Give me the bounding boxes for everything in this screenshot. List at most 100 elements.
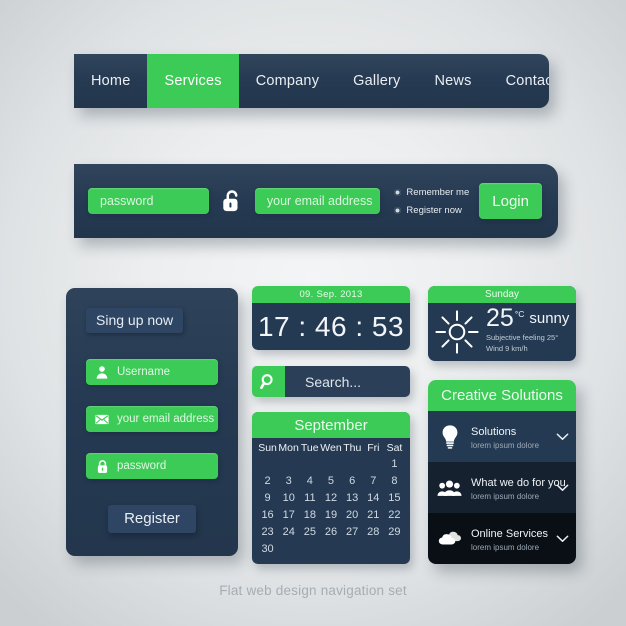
signup-card: Sing up now Username your email address (66, 288, 238, 556)
calendar-day-cell[interactable]: 16 (257, 508, 278, 523)
password-input[interactable]: password (86, 453, 218, 479)
remember-me-option[interactable]: Remember me (394, 187, 469, 198)
search-bar[interactable]: Search... (252, 366, 410, 397)
calendar-day-cell[interactable]: 6 (342, 474, 363, 489)
email-input[interactable]: your email address (86, 406, 218, 432)
calendar-day-cell[interactable]: 30 (257, 542, 278, 557)
password-value: password (117, 460, 167, 472)
calendar-day-cell[interactable]: 7 (363, 474, 384, 489)
weather-readings: 25 °C sunny Subjective feeling 25° Wind … (486, 306, 569, 355)
sun-icon (435, 310, 479, 354)
accordion-item-text: Solutions lorem ipsum dolore (471, 422, 547, 452)
calendar-weekday: Mon (278, 442, 299, 454)
accordion-item-subtext: lorem ipsum dolore (471, 491, 540, 501)
weather-temperature-row: 25 °C sunny (486, 306, 569, 332)
calendar-day-cell[interactable]: 5 (320, 474, 341, 489)
chevron-down-icon[interactable] (556, 534, 569, 543)
calendar-blank-cell (257, 457, 278, 472)
calendar-day-cell[interactable]: 22 (384, 508, 405, 523)
weather-day-label: Sunday (428, 286, 576, 303)
accordion-item-subtext: lorem ipsum dolore (471, 542, 540, 552)
weather-wind: Wind 9 km/h (486, 344, 528, 353)
calendar-day-cell[interactable]: 25 (299, 525, 320, 540)
calendar-blank-cell (299, 457, 320, 472)
weather-condition: sunny (529, 310, 570, 327)
username-input[interactable]: Username (86, 359, 218, 385)
calendar-day-cell[interactable]: 13 (342, 491, 363, 506)
remember-me-label: Remember me (406, 186, 470, 198)
calendar-day-cell[interactable]: 27 (342, 525, 363, 540)
login-bar: password your email address Remember me … (74, 164, 558, 238)
clock-date: 09. Sep. 2013 (252, 286, 410, 303)
calendar-weekday: Tue (300, 442, 319, 454)
chevron-down-icon[interactable] (556, 483, 569, 492)
calendar-day-cell[interactable]: 8 (384, 474, 405, 489)
radio-icon[interactable] (394, 188, 402, 196)
clock-time: 17 : 46 : 53 (252, 303, 410, 350)
accordion-item-subtext: lorem ipsum dolore (471, 440, 540, 450)
calendar-blank-cell (363, 457, 384, 472)
calendar-day-cell[interactable]: 2 (257, 474, 278, 489)
calendar-day-cell[interactable]: 17 (278, 508, 299, 523)
nav-item-services[interactable]: Services (147, 54, 239, 108)
nav-item-gallery[interactable]: Gallery (336, 54, 417, 108)
radio-icon[interactable] (394, 206, 402, 214)
weather-subjective-feeling: Subjective feeling 25° (486, 333, 559, 342)
calendar-day-cell[interactable]: 14 (363, 491, 384, 506)
lightbulb-icon (437, 424, 462, 449)
accordion-item-heading: Solutions (471, 425, 517, 438)
user-icon (95, 365, 109, 379)
nav-item-home[interactable]: Home (74, 54, 147, 108)
calendar-day-cell[interactable]: 3 (278, 474, 299, 489)
calendar-day-cell[interactable]: 29 (384, 525, 405, 540)
accordion-item-text: Online Services lorem ipsum dolore (471, 524, 549, 554)
calendar-blank-cell (320, 457, 341, 472)
calendar-weekday-header: Sun Mon Tue Wen Thu Fri Sat (257, 442, 405, 457)
nav-item-news[interactable]: News (418, 54, 489, 108)
username-value: Username (117, 366, 171, 378)
calendar-day-cell[interactable]: 26 (320, 525, 341, 540)
register-button[interactable]: Register (108, 505, 196, 533)
top-navigation-bar: Home Services Company Gallery News Conta… (74, 54, 549, 108)
weather-temperature: 25 (486, 304, 514, 332)
calendar-blank-cell (342, 457, 363, 472)
creative-solutions-accordion: Creative Solutions Solutions lorem ipsum… (428, 380, 576, 564)
calendar-day-cell[interactable]: 28 (363, 525, 384, 540)
calendar-weekday: Fri (367, 442, 380, 454)
calendar-day-cell[interactable]: 12 (320, 491, 341, 506)
calendar-day-cell[interactable]: 18 (299, 508, 320, 523)
password-input[interactable]: password (88, 188, 209, 214)
calendar-day-cell[interactable]: 24 (278, 525, 299, 540)
calendar-day-cell[interactable]: 21 (363, 508, 384, 523)
accordion-item-online-services[interactable]: Online Services lorem ipsum dolore (428, 513, 576, 564)
magnifier-icon[interactable] (252, 366, 285, 397)
calendar-day-cell[interactable]: 11 (299, 491, 320, 506)
accordion-item-what-we-do-for-you[interactable]: What we do for you lorem ipsum dolore (428, 462, 576, 513)
search-input[interactable]: Search... (285, 366, 410, 397)
nav-item-company[interactable]: Company (239, 54, 336, 108)
accordion-item-heading: What we do for you (471, 476, 566, 489)
cloud-icon (437, 526, 462, 551)
accordion-item-heading: Online Services (471, 527, 549, 540)
calendar-day-cell[interactable]: 9 (257, 491, 278, 506)
nav-item-contact-us[interactable]: Contact us (489, 54, 549, 108)
calendar-day-cell[interactable]: 20 (342, 508, 363, 523)
calendar-day-cell[interactable]: 23 (257, 525, 278, 540)
signup-title: Sing up now (86, 308, 184, 333)
email-value: your email address (117, 413, 215, 425)
register-now-option[interactable]: Register now (394, 205, 469, 216)
email-input[interactable]: your email address (254, 188, 381, 214)
page-caption: Flat web design navigation set (219, 583, 407, 598)
accordion-item-solutions[interactable]: Solutions lorem ipsum dolore (428, 411, 576, 462)
calendar-day-cell[interactable]: 19 (320, 508, 341, 523)
calendar-weekday: Sat (386, 442, 403, 454)
calendar-day-cell[interactable]: 4 (299, 474, 320, 489)
calendar-day-cell[interactable]: 1 (384, 457, 405, 472)
weather-widget: Sunday 25 °C sunny Subjective feeling 25… (428, 286, 576, 361)
login-button[interactable]: Login (479, 183, 542, 219)
calendar-day-cell[interactable]: 15 (384, 491, 405, 506)
clock-widget: 09. Sep. 2013 17 : 46 : 53 (252, 286, 410, 350)
chevron-down-icon[interactable] (556, 432, 569, 441)
calendar-day-cell[interactable]: 10 (278, 491, 299, 506)
design-set-canvas: Home Services Company Gallery News Conta… (0, 0, 626, 626)
